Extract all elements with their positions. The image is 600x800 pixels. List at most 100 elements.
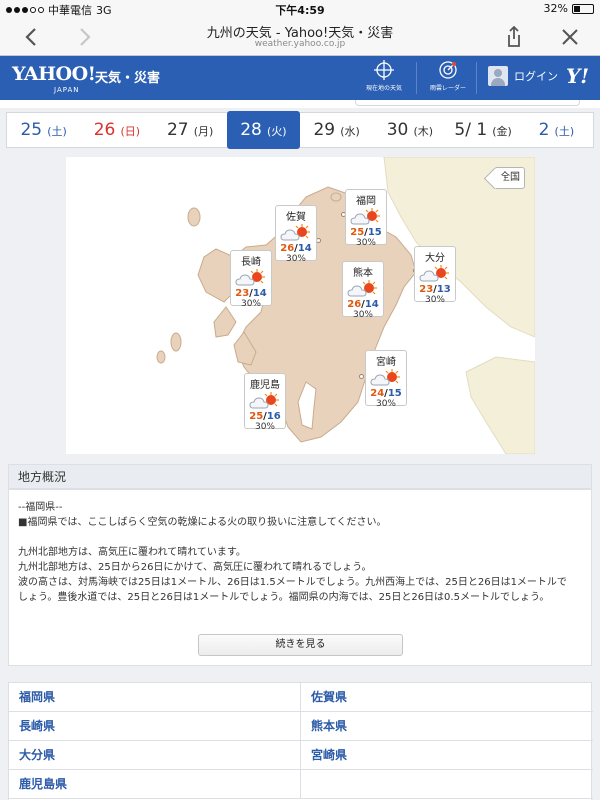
battery-percent: 32%: [543, 2, 568, 15]
date-tab-weekday: (日): [120, 125, 141, 138]
date-tab-day: 2: [538, 120, 550, 140]
browser-toolbar: 九州の天気 - Yahoo!天気・災害 weather.yahoo.co.jp: [0, 18, 600, 56]
date-tab[interactable]: 5/ 1 (金): [447, 113, 520, 147]
low-temp: 15: [387, 388, 402, 399]
temperature: 26/14: [347, 299, 379, 310]
date-tab[interactable]: 30 (木): [373, 113, 446, 147]
cloudy-then-sunny-icon: [350, 208, 380, 225]
cloudy-then-sunny-icon: [419, 265, 449, 282]
high-temp: 26: [280, 243, 295, 254]
kyushu-weather-map[interactable]: [66, 157, 535, 454]
date-tab[interactable]: 29 (水): [300, 113, 373, 147]
cloudy-then-sunny-icon: [280, 224, 310, 241]
date-tab-day: 26: [93, 120, 116, 140]
weather-card-saga[interactable]: 佐賀 26/14 30%: [275, 205, 317, 264]
empty-cell: [301, 770, 593, 799]
date-tab-day: 25: [20, 120, 43, 140]
high-temp: 23: [419, 284, 434, 295]
cloudy-then-sunny-icon: [249, 392, 279, 409]
prefecture-link[interactable]: 熊本県: [301, 712, 593, 741]
weather-card-nagasaki[interactable]: 長崎 23/14 30%: [230, 250, 272, 309]
date-tab-weekday: (土): [47, 125, 67, 138]
temperature: 25/15: [350, 227, 382, 238]
high-temp: 25: [249, 411, 264, 422]
site-header: YAHOO! JAPAN 天気・災害 現在地の天気 雨雲レーダー ログイン Y!: [0, 56, 600, 100]
high-temp: 26: [347, 299, 362, 310]
login-button[interactable]: ログイン: [488, 66, 558, 86]
city-name: 大分: [425, 253, 445, 264]
dropdown-edge: [0, 100, 600, 108]
date-tab-weekday: (木): [413, 125, 434, 138]
overview-line: 九州北部地方は、25日から26日にかけて、高気圧に覆われて晴れるでしょう。: [18, 562, 372, 573]
date-tab-weekday: (月): [193, 125, 214, 138]
prefecture-row: 長崎県 熊本県: [9, 712, 593, 741]
date-tab-weekday: (土): [554, 125, 575, 138]
rain-radar-button[interactable]: 雨雲レーダー: [420, 59, 476, 92]
precipitation-chance: 30%: [352, 310, 373, 320]
cloudy-then-sunny-icon: [370, 369, 400, 386]
date-tab[interactable]: 28 (火): [226, 111, 300, 149]
weather-card-miyazaki[interactable]: 宮崎 24/15 30%: [365, 350, 407, 409]
city-name: 長崎: [241, 257, 261, 268]
read-more-button[interactable]: 続きを見る: [198, 634, 403, 656]
temperature: 23/14: [235, 288, 267, 299]
date-tab[interactable]: 26 (日): [80, 113, 153, 147]
date-tab-day: 28: [240, 120, 262, 140]
precipitation-chance: 30%: [424, 295, 445, 305]
prefecture-link[interactable]: 福岡県: [9, 683, 301, 712]
prefecture-row: 大分県 宮崎県: [9, 741, 593, 770]
high-temp: 25: [350, 227, 365, 238]
low-temp: 14: [364, 299, 379, 310]
city-name: 鹿児島: [250, 380, 280, 391]
low-temp: 14: [297, 243, 312, 254]
date-tab-weekday: (水): [340, 125, 360, 138]
overview-line: --福岡県--: [18, 502, 63, 513]
date-tab-weekday: (火): [266, 125, 287, 138]
status-bar: 中華電信 3G 下午4:59 32%: [0, 0, 600, 18]
nationwide-button[interactable]: 全国: [494, 167, 525, 189]
weather-card-oita[interactable]: 大分 23/13 30%: [414, 246, 456, 305]
share-icon[interactable]: [500, 24, 528, 50]
prefecture-list: 福岡県 佐賀県 長崎県 熊本県 大分県 宮崎県 鹿児島県: [8, 682, 593, 800]
yahoo-y-icon[interactable]: Y!: [566, 64, 589, 88]
temperature: 25/16: [249, 411, 281, 422]
date-tab[interactable]: 25 (土): [7, 113, 80, 147]
city-name: 宮崎: [376, 357, 396, 368]
close-icon[interactable]: [556, 24, 584, 50]
overview-text: --福岡県-- ■福岡県では、ここしばらく空気の乾燥による火の取り扱いに注意してく…: [18, 500, 584, 605]
prefecture-link[interactable]: 大分県: [9, 741, 301, 770]
date-tab-weekday: (金): [492, 125, 512, 138]
prefecture-link[interactable]: 佐賀県: [301, 683, 593, 712]
prefecture-link[interactable]: 宮崎県: [301, 741, 593, 770]
logo-text: YAHOO!: [12, 63, 96, 85]
date-tab-day: 29: [313, 120, 336, 140]
prefecture-link[interactable]: 鹿児島県: [9, 770, 301, 799]
yahoo-logo[interactable]: YAHOO! JAPAN 天気・災害: [12, 63, 160, 94]
high-temp: 23: [235, 288, 250, 299]
prefecture-row: 鹿児島県: [9, 770, 593, 799]
date-tab[interactable]: 2 (土): [520, 113, 593, 147]
overview-line: 九州北部地方は、高気圧に覆われて晴れています。: [18, 547, 246, 558]
cloudy-then-sunny-icon: [347, 280, 377, 297]
weather-card-fukuoka[interactable]: 福岡 25/15 30%: [345, 189, 387, 248]
weather-card-kagoshima[interactable]: 鹿児島 25/16 30%: [244, 373, 286, 432]
precipitation-chance: 30%: [285, 254, 306, 264]
low-temp: 16: [266, 411, 281, 422]
city-name: 佐賀: [286, 212, 306, 223]
high-temp: 24: [370, 388, 385, 399]
current-location-label: 現在地の天気: [365, 85, 402, 92]
low-temp: 13: [436, 284, 451, 295]
current-location-weather-button[interactable]: 現在地の天気: [356, 59, 412, 92]
precipitation-chance: 30%: [375, 399, 396, 409]
date-tab-day: 27: [166, 120, 189, 140]
weather-card-kumamoto[interactable]: 熊本 26/14 30%: [342, 261, 384, 320]
date-tab[interactable]: 27 (月): [154, 113, 227, 147]
overview-line: しょう。豊後水道では、25日と26日は1メートルでしょう。福岡県の内海では、25…: [18, 592, 550, 603]
date-tabs: 25 (土) 26 (日) 27 (月) 28 (火) 29 (水) 30 (木) 5/ 1…: [6, 111, 594, 149]
temperature: 26/14: [280, 243, 312, 254]
avatar-icon: [488, 66, 508, 86]
battery-icon: [572, 3, 594, 14]
city-name: 福岡: [356, 196, 376, 207]
overview-line: 波の高さは、対馬海峡では25日は1メートル、26日は1.5メートルでしょう。九州…: [18, 577, 567, 588]
prefecture-link[interactable]: 長崎県: [9, 712, 301, 741]
